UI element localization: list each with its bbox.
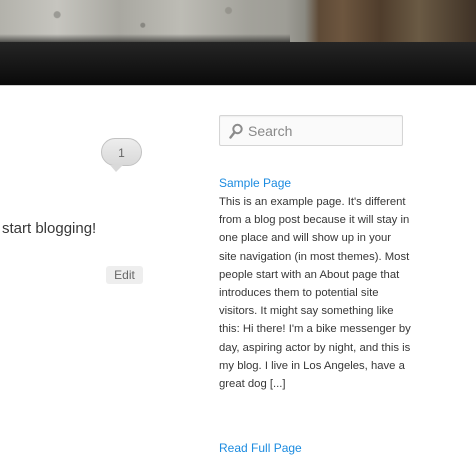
page-excerpt: This is an example page. It's different … bbox=[219, 196, 411, 391]
header-image-shadow bbox=[0, 34, 290, 42]
edit-button[interactable]: Edit bbox=[106, 266, 143, 284]
search-box[interactable] bbox=[219, 115, 403, 146]
comment-count-bubble[interactable]: 1 bbox=[101, 138, 142, 172]
post-content-text: start blogging! bbox=[2, 220, 97, 237]
comment-count: 1 bbox=[118, 146, 125, 160]
read-full-page-link[interactable]: Read Full Page bbox=[219, 441, 302, 455]
sample-page-link[interactable]: Sample Page bbox=[219, 176, 291, 190]
navigation-bar bbox=[0, 42, 476, 86]
search-input[interactable] bbox=[248, 116, 398, 145]
search-icon bbox=[229, 123, 243, 139]
header-image bbox=[0, 0, 476, 42]
